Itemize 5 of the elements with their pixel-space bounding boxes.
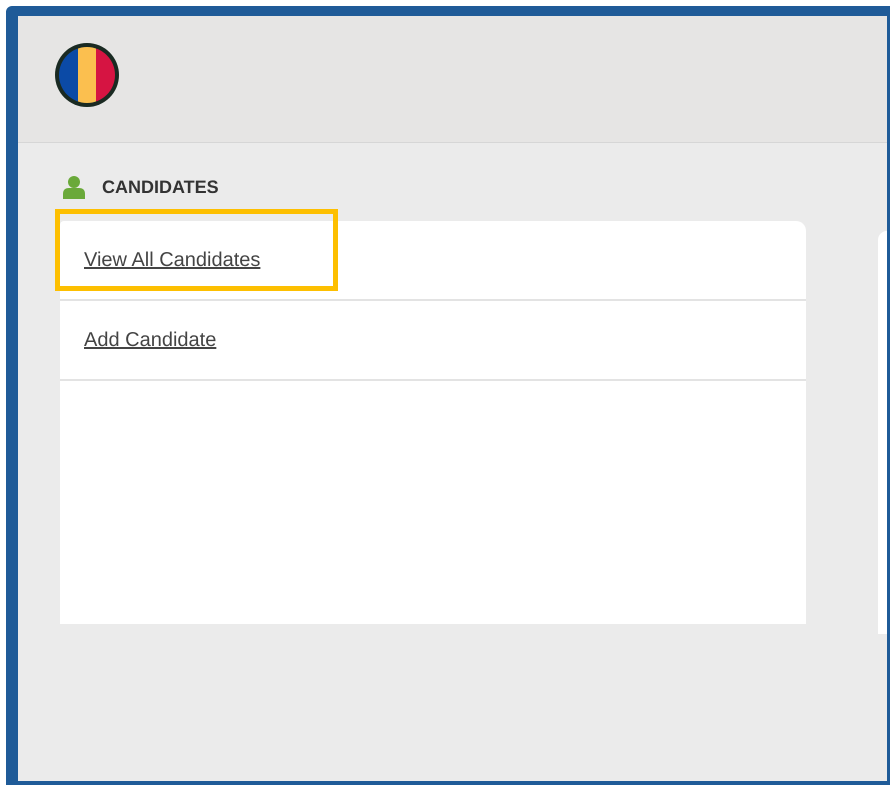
- section-title: CANDIDATES: [102, 176, 219, 198]
- menu-link[interactable]: Add Candidate: [84, 325, 216, 355]
- person-icon: [62, 175, 86, 199]
- menu-link[interactable]: View All Candidates: [84, 245, 260, 275]
- flag-logo-icon[interactable]: [54, 42, 120, 108]
